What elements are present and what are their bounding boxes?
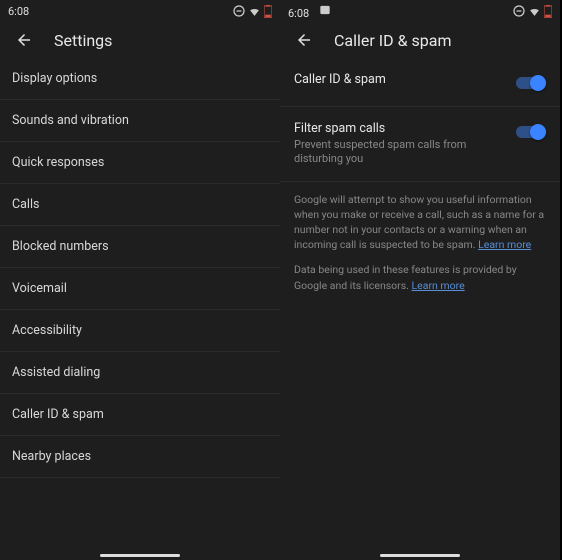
- list-item-blocked-numbers[interactable]: Blocked numbers: [0, 226, 280, 268]
- arrow-back-icon: [295, 31, 313, 49]
- setting-text: Caller ID & spam: [294, 72, 504, 89]
- list-item-accessibility[interactable]: Accessibility: [0, 310, 280, 352]
- list-item-quick-responses[interactable]: Quick responses: [0, 142, 280, 184]
- list-item-label: Quick responses: [12, 155, 104, 170]
- status-bar: 6:08: [0, 0, 280, 22]
- list-item-voicemail[interactable]: Voicemail: [0, 268, 280, 310]
- setting-text: Filter spam calls Prevent suspected spam…: [294, 121, 504, 167]
- caller-id-screen: 6:08 Caller ID & spam Caller ID & spam F…: [280, 0, 560, 560]
- info-paragraph: Google will attempt to show you useful i…: [294, 192, 546, 253]
- do-not-disturb-icon: [513, 5, 525, 17]
- do-not-disturb-icon: [233, 5, 245, 17]
- info-block: Google will attempt to show you useful i…: [280, 182, 560, 313]
- status-bar: 6:08: [280, 0, 560, 22]
- toggle-thumb: [530, 124, 546, 140]
- info-paragraph: Data being used in these features is pro…: [294, 262, 546, 292]
- notification-icon: [318, 3, 332, 17]
- list-item-label: Caller ID & spam: [12, 407, 104, 422]
- setting-title: Caller ID & spam: [294, 72, 504, 87]
- learn-more-link[interactable]: Learn more: [478, 238, 531, 251]
- list-item-label: Sounds and vibration: [12, 113, 129, 128]
- back-button[interactable]: [14, 30, 34, 50]
- page-title: Settings: [54, 31, 112, 50]
- home-indicator[interactable]: [100, 554, 180, 557]
- list-item-caller-id-spam[interactable]: Caller ID & spam: [0, 394, 280, 436]
- toggle-caller-id-spam[interactable]: [514, 74, 546, 92]
- status-time: 6:08: [8, 5, 29, 18]
- learn-more-link[interactable]: Learn more: [412, 279, 465, 292]
- setting-title: Filter spam calls: [294, 121, 504, 136]
- battery-icon: [544, 5, 552, 18]
- list-item-assisted-dialing[interactable]: Assisted dialing: [0, 352, 280, 394]
- toggle-filter-spam-calls[interactable]: [514, 123, 546, 141]
- back-button[interactable]: [294, 30, 314, 50]
- setting-filter-spam-calls[interactable]: Filter spam calls Prevent suspected spam…: [280, 107, 560, 182]
- list-item-calls[interactable]: Calls: [0, 184, 280, 226]
- app-bar: Settings: [0, 22, 280, 58]
- settings-list: Display options Sounds and vibration Qui…: [0, 58, 280, 560]
- list-item-label: Display options: [12, 71, 97, 86]
- list-item-sounds-vibration[interactable]: Sounds and vibration: [0, 100, 280, 142]
- setting-subtitle: Prevent suspected spam calls from distur…: [294, 138, 504, 167]
- list-item-display-options[interactable]: Display options: [0, 58, 280, 100]
- settings-screen: 6:08 Settings Display options Sounds and…: [0, 0, 280, 560]
- setting-caller-id-spam[interactable]: Caller ID & spam: [280, 58, 560, 107]
- wifi-icon: [528, 5, 541, 18]
- toggle-thumb: [530, 75, 546, 91]
- app-bar: Caller ID & spam: [280, 22, 560, 58]
- list-item-label: Voicemail: [12, 281, 67, 296]
- battery-icon: [264, 5, 272, 18]
- list-item-label: Assisted dialing: [12, 365, 100, 380]
- home-indicator[interactable]: [380, 554, 460, 557]
- arrow-back-icon: [15, 31, 33, 49]
- status-icons: [233, 5, 272, 18]
- list-item-label: Blocked numbers: [12, 239, 109, 254]
- list-item-label: Nearby places: [12, 449, 91, 464]
- status-icons: [513, 5, 552, 18]
- status-time-row: 6:08: [288, 3, 332, 20]
- status-time: 6:08: [288, 7, 309, 20]
- list-item-label: Accessibility: [12, 323, 82, 338]
- list-item-label: Calls: [12, 197, 39, 212]
- list-item-nearby-places[interactable]: Nearby places: [0, 436, 280, 478]
- wifi-icon: [248, 5, 261, 18]
- page-title: Caller ID & spam: [334, 31, 452, 50]
